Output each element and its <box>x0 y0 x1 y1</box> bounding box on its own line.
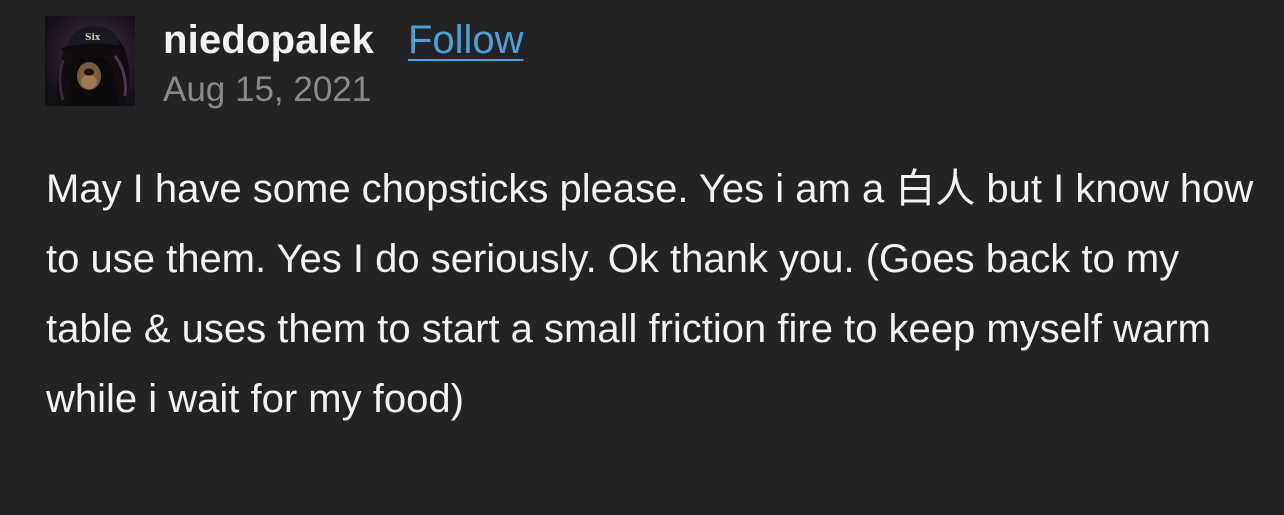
author-username[interactable]: niedopalek <box>163 16 374 64</box>
post-header: Six niedopalek Follow Aug 15, 2021 <box>45 16 524 109</box>
avatar[interactable]: Six <box>45 16 135 106</box>
post-card: Six niedopalek Follow Aug 15, 2021 May I… <box>0 0 1284 515</box>
post-meta: niedopalek Follow Aug 15, 2021 <box>163 16 524 112</box>
author-row: niedopalek Follow <box>163 16 524 64</box>
avatar-image-icon: Six <box>45 16 135 106</box>
post-date: Aug 15, 2021 <box>163 70 372 109</box>
post-body: May I have some chopsticks please. Yes i… <box>46 167 1254 421</box>
svg-text:Six: Six <box>85 33 101 43</box>
follow-link[interactable]: Follow <box>408 16 524 64</box>
